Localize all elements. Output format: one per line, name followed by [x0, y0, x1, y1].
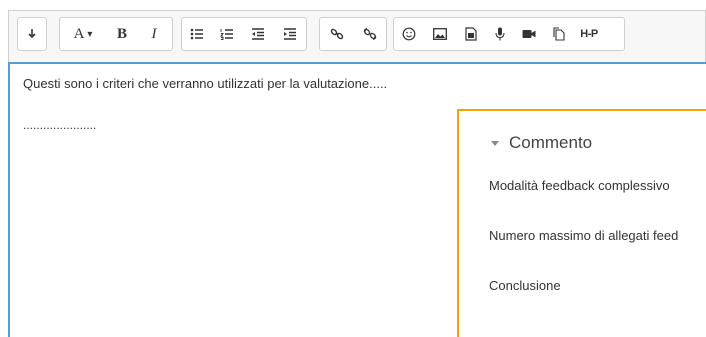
file-media-icon: [465, 27, 477, 41]
outdent-button[interactable]: [242, 18, 274, 50]
font-size-label: A: [73, 25, 85, 42]
ordered-list-button[interactable]: [212, 18, 242, 50]
toolbar-group-media: H-P: [393, 17, 625, 51]
h5p-button[interactable]: H-P: [574, 18, 604, 50]
record-video-button[interactable]: [514, 18, 544, 50]
toolbar-group-lists: [181, 17, 307, 51]
manage-files-button[interactable]: [544, 18, 574, 50]
unordered-list-button[interactable]: [182, 18, 212, 50]
italic-button[interactable]: I: [138, 18, 170, 50]
copy-files-icon: [553, 27, 565, 41]
indent-button[interactable]: [274, 18, 306, 50]
caret-down-icon: [491, 140, 499, 146]
editor-toolbar: A ▾ B I H-P: [8, 10, 706, 62]
comment-panel-header[interactable]: Commento: [491, 133, 592, 153]
editor-dotted-line: ......................: [23, 118, 97, 132]
toolbar-group-toggle: [17, 17, 47, 51]
bullet-list-icon: [190, 28, 203, 40]
panel-item-feedback-mode: Modalità feedback complessivo: [489, 178, 670, 193]
link-button[interactable]: [320, 18, 354, 50]
emoticon-button[interactable]: [394, 18, 424, 50]
comment-panel-title: Commento: [509, 133, 593, 152]
arrow-down-icon: [28, 29, 36, 39]
record-audio-button[interactable]: [486, 18, 514, 50]
italic-label: I: [151, 25, 157, 42]
h5p-label: H-P: [580, 28, 598, 40]
indent-icon: [284, 28, 296, 40]
unlink-button[interactable]: [354, 18, 386, 50]
comment-panel: Commento Modalità feedback complessivo N…: [457, 109, 706, 337]
outdent-icon: [252, 28, 264, 40]
link-icon: [330, 28, 344, 40]
panel-item-max-attachments: Numero massimo di allegati feed: [489, 228, 679, 243]
toolbar-group-links: [319, 17, 387, 51]
unlink-icon: [363, 27, 377, 41]
image-icon: [433, 28, 447, 40]
toolbar-group-text: A ▾ B I: [59, 17, 173, 51]
image-button[interactable]: [424, 18, 456, 50]
toggle-toolbar-button[interactable]: [18, 18, 46, 50]
font-size-button[interactable]: A ▾: [60, 18, 106, 50]
bold-button[interactable]: B: [106, 18, 138, 50]
microphone-icon: [495, 27, 505, 41]
panel-item-conclusion: Conclusione: [489, 278, 561, 293]
media-button[interactable]: [456, 18, 486, 50]
smiley-icon: [402, 27, 416, 41]
bold-label: B: [116, 25, 127, 42]
numbered-list-icon: [220, 29, 233, 40]
video-camera-icon: [522, 30, 536, 38]
editor-text-line: Questi sono i criteri che verranno utili…: [23, 76, 388, 91]
chevron-down-icon: ▾: [87, 28, 93, 40]
